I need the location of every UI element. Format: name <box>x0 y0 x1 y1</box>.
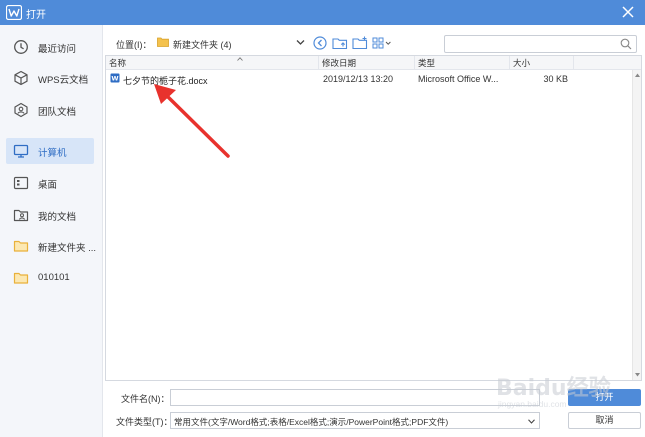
sidebar-item-label: 我的文档 <box>38 212 77 223</box>
sidebar-item-recent[interactable]: 最近访问 <box>6 34 94 60</box>
team-icon <box>14 102 28 118</box>
sidebar-item-team-docs[interactable]: 团队文档 <box>6 97 94 123</box>
file-size: 30 KB <box>543 74 568 84</box>
folder-icon <box>157 37 169 47</box>
sidebar-item-010101[interactable]: 010101 <box>6 265 94 291</box>
column-header-label: 名称 <box>109 58 127 68</box>
scroll-down-icon[interactable] <box>635 373 640 377</box>
sidebar: 最近访问 WPS云文档 团队文档 计算机 桌面 我的文档 新建文件夹 ... 0… <box>0 25 103 437</box>
column-header-type[interactable]: 类型 <box>415 56 510 70</box>
file-row[interactable]: W 七夕节的栀子花.docx 2019/12/13 13:20 Microsof… <box>106 71 631 86</box>
file-type: Microsoft Office W... <box>418 74 499 84</box>
cube-icon <box>14 70 28 86</box>
user-folder-icon <box>13 209 29 222</box>
up-folder-icon[interactable] <box>332 36 348 50</box>
back-icon[interactable] <box>312 36 328 50</box>
sidebar-item-label: 新建文件夹 ... <box>38 243 97 254</box>
sidebar-item-desktop[interactable]: 桌面 <box>6 170 94 196</box>
word-document-icon: W <box>110 73 120 83</box>
bottom-bar: 文件名(N)： 打开 文件类型(T)： 常用文件(文字/Word格式;表格/Ex… <box>103 381 645 437</box>
filename-label: 文件名(N)： <box>121 394 170 404</box>
wps-logo-icon <box>6 5 22 20</box>
svg-text:W: W <box>111 75 118 83</box>
view-mode-icon[interactable] <box>372 36 392 50</box>
chevron-down-icon <box>528 419 535 424</box>
sidebar-item-wps-cloud[interactable]: WPS云文档 <box>6 65 94 91</box>
desktop-icon <box>13 176 29 190</box>
column-header-label: 修改日期 <box>322 58 357 68</box>
sidebar-item-label: 桌面 <box>38 180 58 191</box>
filetype-value: 常用文件(文字/Word格式;表格/Excel格式;演示/PowerPoint格… <box>174 417 449 427</box>
column-header-size[interactable]: 大小 <box>510 56 574 70</box>
filename-input[interactable] <box>170 389 540 406</box>
clock-icon <box>14 40 28 54</box>
filetype-label: 文件类型(T)： <box>116 417 173 427</box>
sidebar-item-label: 010101 <box>38 272 70 283</box>
sidebar-item-label: WPS云文档 <box>38 75 89 86</box>
cancel-button[interactable]: 取消 <box>568 412 641 429</box>
search-input[interactable] <box>444 35 637 53</box>
location-path[interactable]: 新建文件夹 (4) <box>173 38 232 51</box>
sidebar-item-label: 团队文档 <box>38 107 77 118</box>
sidebar-item-my-documents[interactable]: 我的文档 <box>6 202 94 228</box>
chevron-down-icon[interactable] <box>296 39 305 46</box>
filetype-select[interactable]: 常用文件(文字/Word格式;表格/Excel格式;演示/PowerPoint格… <box>170 412 540 429</box>
new-folder-icon[interactable] <box>352 36 368 50</box>
sidebar-item-new-folder[interactable]: 新建文件夹 ... <box>6 233 97 259</box>
computer-icon <box>13 144 29 158</box>
folder-icon <box>13 272 29 284</box>
column-header-name[interactable]: 名称 <box>106 56 319 70</box>
scroll-up-icon[interactable] <box>635 73 640 77</box>
location-label: 位置(I)： <box>116 40 152 50</box>
file-name: 七夕节的栀子花.docx <box>123 76 208 86</box>
column-header-label: 大小 <box>513 58 531 68</box>
column-header-label: 类型 <box>418 58 436 68</box>
title-bar: 打开 <box>0 0 645 25</box>
location-toolbar: 位置(I)： 新建文件夹 (4) <box>103 25 645 55</box>
sidebar-item-label: 计算机 <box>38 148 67 159</box>
column-header-modified[interactable]: 修改日期 <box>319 56 415 70</box>
search-icon <box>620 38 632 50</box>
file-list: 名称 修改日期 类型 大小 W 七夕节的栀子花.docx 2019/12/13 … <box>105 55 642 381</box>
sort-ascending-icon <box>237 57 243 61</box>
file-modified: 2019/12/13 13:20 <box>323 74 394 84</box>
folder-icon <box>13 240 29 252</box>
sidebar-item-computer[interactable]: 计算机 <box>6 138 94 164</box>
open-button[interactable]: 打开 <box>568 389 641 406</box>
close-icon[interactable] <box>621 5 635 19</box>
sidebar-item-label: 最近访问 <box>38 44 77 55</box>
vertical-scrollbar[interactable] <box>632 70 641 380</box>
column-header-row: 名称 修改日期 类型 大小 <box>106 56 641 70</box>
window-title: 打开 <box>26 10 46 21</box>
